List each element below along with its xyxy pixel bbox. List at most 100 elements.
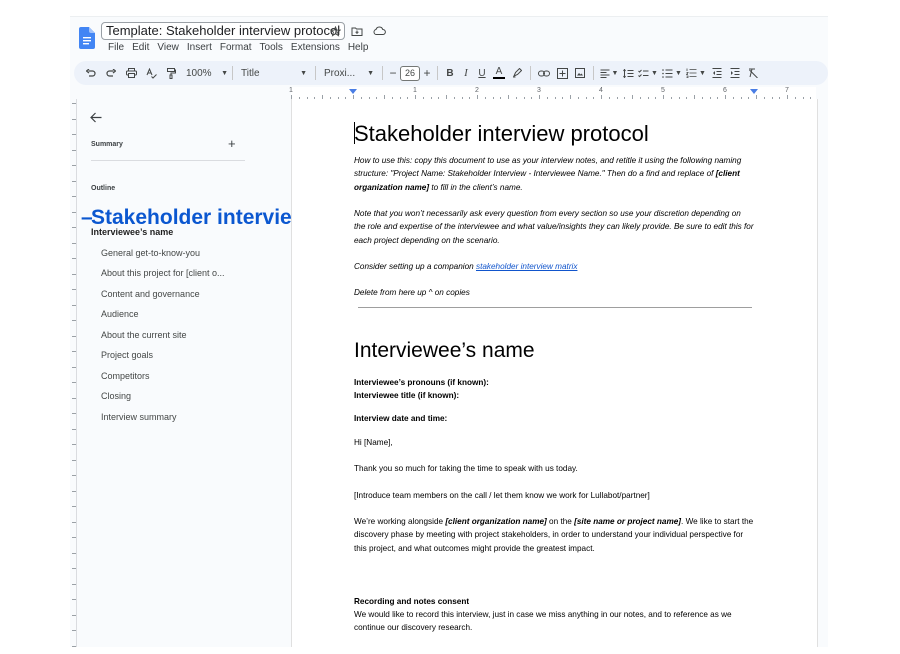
redo-button[interactable]: [104, 63, 118, 83]
thanks-paragraph[interactable]: Thank you so much for taking the time to…: [354, 462, 754, 475]
decrease-indent-button[interactable]: [708, 63, 726, 83]
outline-item-audience[interactable]: Audience: [101, 309, 139, 319]
pronouns-field[interactable]: Interviewee’s pronouns (if known):: [354, 376, 754, 389]
ruler-tick: [72, 584, 76, 585]
ruler-tick: [72, 258, 76, 259]
toolbar-divider: [315, 66, 316, 80]
intro-paragraph-3[interactable]: Consider setting up a companion stakehol…: [354, 260, 754, 273]
checklist-select[interactable]: ▼: [636, 63, 660, 83]
outline-item-competitors[interactable]: Competitors: [101, 371, 150, 381]
numbered-list-select[interactable]: ▼: [684, 63, 708, 83]
document-title-heading[interactable]: Stakeholder interview protocol: [354, 121, 754, 147]
line-spacing-button[interactable]: [620, 63, 636, 83]
insert-link-button[interactable]: [535, 63, 553, 83]
bulleted-list-select[interactable]: ▼: [660, 63, 684, 83]
chevron-down-icon: ▼: [611, 69, 619, 77]
left-indent-marker[interactable]: [349, 89, 357, 94]
ruler-number: 4: [599, 87, 603, 94]
consent-heading[interactable]: Recording and notes consent: [354, 595, 754, 608]
heading-interviewees-name[interactable]: Interviewee’s name: [354, 339, 754, 363]
menu-file[interactable]: File: [104, 41, 128, 55]
menu-edit[interactable]: Edit: [128, 41, 153, 55]
placeholder-client-name: [client organization name]: [445, 517, 547, 526]
increase-indent-button[interactable]: [726, 63, 744, 83]
font-size-value[interactable]: 26: [400, 65, 420, 81]
ruler-tick: [72, 289, 76, 290]
ruler-tick: [72, 444, 76, 445]
ruler-number: 2: [475, 87, 479, 94]
cloud-status-icon[interactable]: [372, 24, 386, 38]
chevron-down-icon: ▼: [651, 69, 658, 77]
add-summary-button[interactable]: +: [228, 137, 236, 151]
paint-format-button[interactable]: [164, 63, 178, 83]
intro-paragraph-1[interactable]: How to use this: copy this document to u…: [354, 154, 754, 194]
intro-paragraph-2[interactable]: Note that you won’t necessarily ask ever…: [354, 207, 754, 247]
print-button[interactable]: [124, 63, 138, 83]
highlight-color-button[interactable]: [508, 63, 526, 83]
working-paragraph[interactable]: We’re working alongside [client organiza…: [354, 515, 754, 555]
menu-tools[interactable]: Tools: [256, 41, 287, 55]
ruler-number: 5: [661, 87, 665, 94]
menu-extensions[interactable]: Extensions: [287, 41, 344, 55]
horizontal-ruler[interactable]: 1 1 2 3 4 5 6 7: [70, 87, 828, 100]
add-comment-button[interactable]: [553, 63, 571, 83]
interview-date-field[interactable]: Interview date and time:: [354, 412, 754, 425]
italic-button[interactable]: I: [458, 63, 474, 83]
intro-text: How to use this: copy this document to u…: [354, 156, 742, 179]
menu-format[interactable]: Format: [216, 41, 256, 55]
ruler-tick: [72, 367, 76, 368]
ruler-tick: [72, 382, 76, 383]
ruler-number: 1: [413, 87, 417, 94]
spellcheck-button[interactable]: [144, 63, 158, 83]
insert-image-button[interactable]: [571, 63, 589, 83]
outline-item-about-project[interactable]: About this project for [client o...: [101, 268, 225, 278]
ruler-tick: [72, 134, 76, 135]
increase-font-size-button[interactable]: +: [421, 63, 433, 83]
stakeholder-matrix-link[interactable]: stakeholder interview matrix: [476, 262, 577, 271]
move-to-folder-icon[interactable]: [350, 24, 364, 38]
toolbar-divider: [437, 66, 438, 80]
outline-item-project-goals[interactable]: Project goals: [101, 350, 153, 360]
docs-logo-icon[interactable]: [79, 27, 95, 49]
menu-insert[interactable]: Insert: [183, 41, 216, 55]
outline-item-current-site[interactable]: About the current site: [101, 330, 187, 340]
interviewee-title-field[interactable]: Interviewee title (if known):: [354, 389, 754, 402]
outline-label: Outline: [91, 185, 116, 192]
menu-help[interactable]: Help: [344, 41, 373, 55]
decrease-font-size-button[interactable]: −: [387, 63, 399, 83]
outline-item-content-governance[interactable]: Content and governance: [101, 289, 200, 299]
ruler-tick: [72, 181, 76, 182]
ruler-tick: [72, 119, 76, 120]
star-icon[interactable]: [328, 24, 342, 38]
introduce-paragraph[interactable]: [Introduce team members on the call / le…: [354, 489, 754, 502]
ruler-tick: [72, 537, 76, 538]
clear-formatting-button[interactable]: [744, 63, 762, 83]
text-color-button[interactable]: A: [490, 63, 508, 83]
align-select[interactable]: ▼: [598, 63, 620, 83]
underline-button[interactable]: U: [474, 63, 490, 83]
document-outline-panel: Summary + Outline – Stakeholder interview…: [77, 99, 398, 647]
font-size-input[interactable]: 26: [399, 63, 421, 83]
zoom-value: 100%: [186, 67, 212, 79]
outline-item-interviewees-name[interactable]: Interviewee’s name: [91, 227, 173, 237]
greeting-paragraph[interactable]: Hi [Name],: [354, 436, 754, 449]
ruler-tick: [72, 398, 76, 399]
document-page[interactable]: Stakeholder interview protocol How to us…: [291, 99, 818, 647]
outline-item-closing[interactable]: Closing: [101, 391, 131, 401]
title-bar: Template: Stakeholder interview protocol…: [70, 17, 828, 59]
paragraph-style-select[interactable]: Title ▼: [237, 63, 311, 83]
consent-paragraph[interactable]: We would like to record this interview, …: [354, 608, 754, 635]
bold-button[interactable]: B: [442, 63, 458, 83]
text-color-swatch: [493, 77, 505, 79]
menu-view[interactable]: View: [153, 41, 183, 55]
outline-item-general[interactable]: General get-to-know-you: [101, 248, 200, 258]
intro-paragraph-4[interactable]: Delete from here up ^ on copies: [354, 286, 754, 299]
undo-button[interactable]: [84, 63, 98, 83]
back-arrow-icon[interactable]: [90, 110, 102, 128]
document-title-input[interactable]: Template: Stakeholder interview protocol: [101, 22, 346, 40]
font-select[interactable]: Proxi... ▼: [320, 63, 378, 83]
zoom-select[interactable]: 100% ▼: [186, 63, 228, 83]
ruler-tick: [72, 227, 76, 228]
right-indent-marker[interactable]: [750, 89, 758, 94]
outline-item-interview-summary[interactable]: Interview summary: [101, 412, 177, 422]
